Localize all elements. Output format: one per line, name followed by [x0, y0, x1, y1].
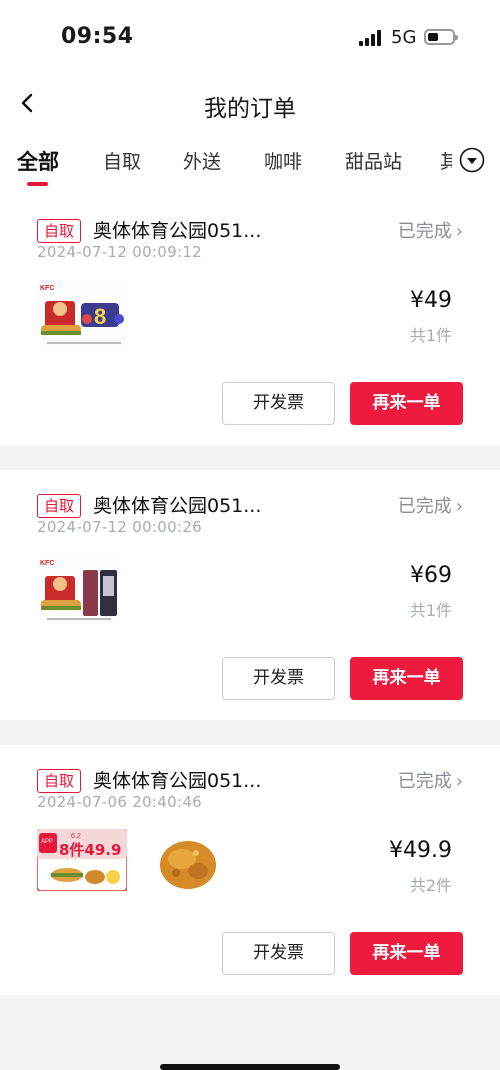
product-thumbnail: [150, 829, 226, 899]
chevron-right-icon: ›: [455, 221, 463, 242]
store-name: 奥体体育公园051...: [93, 220, 262, 242]
promo-corner-text: 6.2: [71, 833, 81, 840]
order-status: 已完成: [397, 771, 452, 792]
order-status: 已完成: [397, 221, 452, 242]
tab-delivery[interactable]: 外送: [183, 147, 221, 174]
home-indicator: [160, 1064, 340, 1070]
order-card[interactable]: 自取 奥体体育公园051... 已完成 › 2024-07-06 20:40:46…: [0, 745, 500, 995]
battery-icon: [424, 29, 458, 45]
status-time: 09:54: [61, 24, 134, 49]
order-status-link[interactable]: 已完成 ›: [398, 767, 463, 793]
reorder-button[interactable]: 再来一单: [350, 382, 463, 425]
tab-other-partial[interactable]: 其: [440, 147, 452, 174]
kfc-logo-text: KFC: [40, 285, 54, 292]
tab-coffee[interactable]: 咖啡: [264, 147, 302, 174]
order-time: 2024-07-12 00:00:26: [37, 518, 203, 536]
order-type-badge: 自取: [37, 219, 82, 243]
order-card[interactable]: 自取 奥体体育公园051... 已完成 › 2024-07-12 00:00:26…: [0, 470, 500, 720]
order-type-badge: 自取: [37, 769, 82, 793]
order-type-badge: 自取: [37, 494, 82, 518]
order-price: ¥69: [410, 563, 452, 588]
signal-icon: [359, 30, 383, 46]
order-price: ¥49.9: [389, 838, 452, 863]
nav-bar: 我的订单: [0, 75, 500, 135]
store-name: 奥体体育公园051...: [93, 495, 262, 517]
order-price: ¥49: [410, 288, 452, 313]
order-status: 已完成: [397, 496, 452, 517]
order-status-link[interactable]: 已完成 ›: [398, 217, 463, 243]
order-status-link[interactable]: 已完成 ›: [398, 492, 463, 518]
order-time: 2024-07-06 20:40:46: [37, 793, 203, 811]
chevron-right-icon: ›: [455, 496, 463, 517]
item-count: 共1件: [409, 326, 452, 345]
item-count: 共1件: [409, 601, 452, 620]
network-label: 5G: [391, 27, 417, 48]
product-thumbnail: KFC 8: [37, 279, 129, 349]
order-tabs: 全部 自取 外送 咖啡 甜品站 其: [0, 135, 500, 195]
invoice-button[interactable]: 开发票: [222, 382, 335, 425]
store-name: 奥体体育公园051...: [93, 770, 262, 792]
active-tab-indicator: [27, 182, 48, 186]
invoice-button[interactable]: 开发票: [222, 657, 335, 700]
reorder-button[interactable]: 再来一单: [350, 932, 463, 975]
tab-dessert[interactable]: 甜品站: [345, 147, 402, 174]
promo-number: 8: [94, 304, 106, 329]
tab-all[interactable]: 全部: [17, 146, 59, 176]
invoice-button[interactable]: 开发票: [222, 932, 335, 975]
tabs-expand-icon[interactable]: [459, 147, 485, 173]
order-card[interactable]: 自取 奥体体育公园051... 已完成 › 2024-07-12 00:09:12…: [0, 195, 500, 445]
kfc-logo-text: KFC: [40, 560, 54, 567]
item-count: 共2件: [409, 876, 452, 895]
product-thumbnail: KFC: [37, 554, 121, 624]
status-bar: 09:54 5G: [0, 0, 500, 75]
promo-tag-text: APP: [41, 839, 53, 845]
page-title: 我的订单: [204, 96, 296, 122]
chevron-right-icon: ›: [455, 771, 463, 792]
tab-pickup[interactable]: 自取: [103, 147, 141, 174]
product-thumbnail: APP 8件49.9 6.2: [37, 829, 127, 899]
order-time: 2024-07-12 00:09:12: [37, 243, 203, 261]
reorder-button[interactable]: 再来一单: [350, 657, 463, 700]
promo-price-text: 8件49.9: [59, 841, 121, 859]
